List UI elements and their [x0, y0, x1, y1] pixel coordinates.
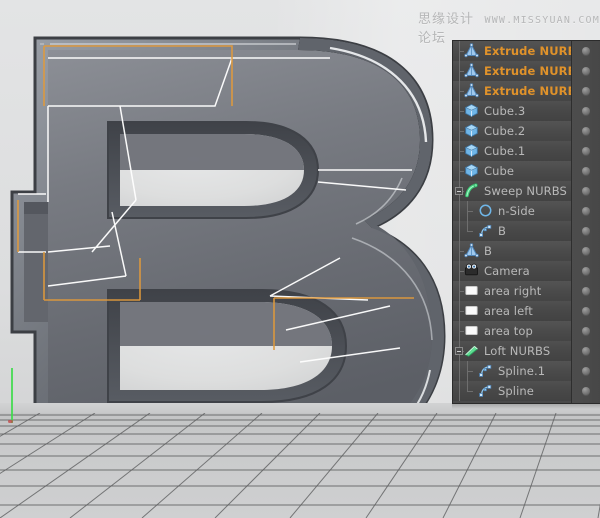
object-list-item-label: n-Side [498, 201, 535, 221]
object-list-item-label: Sweep NURBS [484, 181, 567, 201]
object-manager-panel[interactable]: Extrude NURBS.1Extrude NURBS.1Extrude NU… [452, 40, 600, 404]
extrude-nurbs-icon [463, 83, 479, 99]
n-side-icon [477, 203, 493, 219]
visibility-toggle-dot[interactable] [582, 347, 590, 355]
expand-toggle-icon[interactable] [455, 347, 463, 355]
visibility-toggle-dot[interactable] [582, 307, 590, 315]
spline-icon [477, 383, 493, 399]
object-list-item-label: Cube.1 [484, 141, 525, 161]
object-list-item-label: area left [484, 301, 533, 321]
camera-icon [463, 263, 479, 279]
app-root: 思缘设计论坛 WWW.MISSYUAN.COM Extrude NURBS.1E… [0, 0, 600, 518]
cube-icon [463, 103, 479, 119]
y-axis-line [11, 368, 13, 423]
extrude-nurbs-icon [463, 243, 479, 259]
object-manager-shadow [452, 404, 600, 409]
object-list-item-label: area right [484, 281, 541, 301]
visibility-toggle-dot[interactable] [582, 227, 590, 235]
visibility-toggle-dot[interactable] [582, 367, 590, 375]
object-list-item-label: Cube.2 [484, 121, 525, 141]
visibility-toggle-dot[interactable] [582, 247, 590, 255]
expand-toggle-icon[interactable] [455, 187, 463, 195]
cube-icon [463, 163, 479, 179]
visibility-toggle-dot[interactable] [582, 207, 590, 215]
object-list-item-label: Loft NURBS [484, 341, 550, 361]
visibility-toggle-dot[interactable] [582, 267, 590, 275]
watermark-url: WWW.MISSYUAN.COM [484, 15, 600, 26]
object-list-item-label: Spline [498, 381, 534, 401]
visibility-dot-column[interactable] [571, 41, 600, 403]
object-list-item-label: Spline.1 [498, 361, 545, 381]
object-list-item-label: Cube.3 [484, 101, 525, 121]
spline-icon [477, 363, 493, 379]
sweep-nurbs-icon [463, 183, 479, 199]
visibility-toggle-dot[interactable] [582, 87, 590, 95]
object-list-item-label: B [484, 241, 492, 261]
visibility-toggle-dot[interactable] [582, 387, 590, 395]
area-light-icon [463, 303, 479, 319]
object-list-item-label: Camera [484, 261, 530, 281]
area-light-icon [463, 323, 479, 339]
cube-icon [463, 123, 479, 139]
area-light-icon [463, 283, 479, 299]
visibility-toggle-dot[interactable] [582, 107, 590, 115]
visibility-toggle-dot[interactable] [582, 147, 590, 155]
visibility-toggle-dot[interactable] [582, 127, 590, 135]
spline-icon [477, 223, 493, 239]
visibility-toggle-dot[interactable] [582, 47, 590, 55]
origin-marker [8, 420, 13, 423]
loft-nurbs-icon [463, 343, 479, 359]
extrude-nurbs-icon [463, 43, 479, 59]
visibility-toggle-dot[interactable] [582, 327, 590, 335]
visibility-toggle-dot[interactable] [582, 187, 590, 195]
visibility-toggle-dot[interactable] [582, 167, 590, 175]
perspective-floor-grid [0, 413, 600, 518]
object-list-item-label: area top [484, 321, 533, 341]
extrude-nurbs-icon [463, 63, 479, 79]
cube-icon [463, 143, 479, 159]
object-list-item-label: Cube [484, 161, 514, 181]
visibility-toggle-dot[interactable] [582, 67, 590, 75]
visibility-toggle-dot[interactable] [582, 287, 590, 295]
object-list-item-label: B [498, 221, 506, 241]
